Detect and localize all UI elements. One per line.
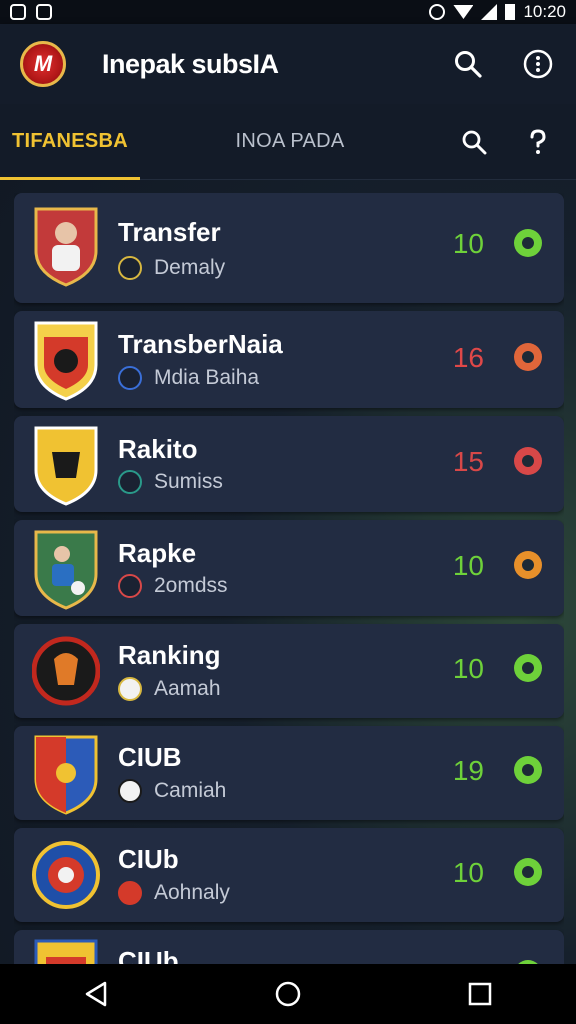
list-item[interactable]: CIUb Aohnaly 10	[14, 828, 564, 922]
crest-icon	[34, 426, 98, 506]
club-name: Rapke	[118, 538, 197, 568]
score: 19	[452, 755, 484, 786]
wifi-icon	[453, 5, 474, 19]
search-icon	[462, 130, 487, 154]
club-name: Transfer	[118, 217, 221, 247]
club-name: CIUb	[118, 946, 179, 964]
mini-badge-icon	[118, 256, 142, 280]
search-icon	[455, 51, 482, 78]
club-crest	[32, 422, 100, 506]
club-subtitle: Aohnaly	[118, 881, 230, 905]
list-item[interactable]: Rapke 2omdss 10	[14, 520, 564, 616]
crest-icon	[34, 530, 98, 610]
crest-icon	[34, 321, 98, 401]
list-item[interactable]: TransberNaia Mdia Baiha 16	[14, 311, 564, 408]
status-icon	[514, 229, 542, 257]
home-icon[interactable]	[273, 979, 303, 1009]
status-bar: 10:20	[0, 0, 576, 24]
alarm-icon	[429, 4, 446, 20]
club-crest	[32, 203, 100, 287]
crest-icon	[34, 735, 98, 815]
back-icon[interactable]	[81, 979, 111, 1009]
mini-badge-icon	[118, 677, 142, 701]
recents-icon[interactable]	[465, 979, 495, 1009]
score: 10	[452, 857, 484, 888]
club-subtitle: Sumiss	[118, 470, 223, 494]
status-icon	[514, 551, 542, 579]
list-item[interactable]: CIUB Camiah 19	[14, 726, 564, 820]
score: 10	[452, 550, 484, 581]
club-crest	[32, 317, 100, 401]
tab-tifanesba[interactable]: TIFANESBA	[0, 104, 140, 180]
score: 10	[452, 228, 484, 259]
club-name: TransberNaia	[118, 329, 283, 359]
club-subtitle: 2omdss	[118, 574, 228, 598]
list-item[interactable]: Ranking Aamah 10	[14, 624, 564, 718]
mini-badge-icon	[118, 574, 142, 598]
club-name: CIUB	[118, 742, 182, 772]
club-crest	[32, 935, 100, 964]
more-button[interactable]	[520, 46, 556, 82]
club-subtitle: Demaly	[118, 256, 225, 280]
club-crest	[32, 833, 100, 917]
club-name: CIUb	[118, 844, 179, 874]
app-logo: M	[20, 41, 66, 87]
club-name: Rakito	[118, 434, 198, 464]
tab-inoa-pada[interactable]: INOA PADA	[140, 104, 440, 180]
club-list: Transfer Demaly 10 TransberNaia Mdia Bai…	[14, 193, 564, 964]
app-bar: M Inepak subsIA	[0, 24, 576, 104]
search-button[interactable]	[450, 46, 486, 82]
club-subtitle: Camiah	[118, 779, 226, 803]
mini-badge-icon	[118, 366, 142, 390]
score: 16	[452, 342, 484, 373]
score: 15	[452, 446, 484, 477]
status-icon	[514, 343, 542, 371]
crest-icon	[32, 841, 100, 909]
help-button[interactable]	[520, 124, 556, 160]
score: 10	[452, 653, 484, 684]
list-item[interactable]: Transfer Demaly 10	[14, 193, 564, 303]
crest-icon	[34, 939, 98, 964]
status-icon	[514, 756, 542, 784]
list-item[interactable]: Rakito Sumiss 15	[14, 416, 564, 512]
club-crest	[32, 731, 100, 815]
notification-icon	[10, 4, 26, 20]
club-subtitle: Aamah	[118, 677, 221, 701]
mini-badge-icon	[118, 881, 142, 905]
crest-icon	[32, 636, 100, 706]
help-icon	[530, 128, 546, 154]
list-item[interactable]: CIUb 10	[14, 930, 564, 964]
crest-icon	[34, 207, 98, 287]
tab-bar: TIFANESBA INOA PADA	[0, 104, 576, 180]
system-nav-bar	[0, 964, 576, 1024]
notification-icon	[36, 4, 52, 20]
signal-icon	[481, 4, 498, 20]
club-subtitle: Mdia Baiha	[118, 366, 259, 390]
mini-badge-icon	[118, 470, 142, 494]
clock: 10:20	[523, 2, 566, 21]
status-icon	[514, 654, 542, 682]
more-icon	[523, 49, 553, 79]
club-name: Ranking	[118, 640, 221, 670]
battery-icon	[505, 4, 516, 20]
status-icon	[514, 447, 542, 475]
status-icon	[514, 858, 542, 886]
mini-badge-icon	[118, 779, 142, 803]
tab-search-button[interactable]	[456, 124, 492, 160]
club-crest	[32, 526, 100, 610]
app-title: Inepak subsIA	[102, 48, 279, 79]
club-crest	[32, 629, 100, 713]
